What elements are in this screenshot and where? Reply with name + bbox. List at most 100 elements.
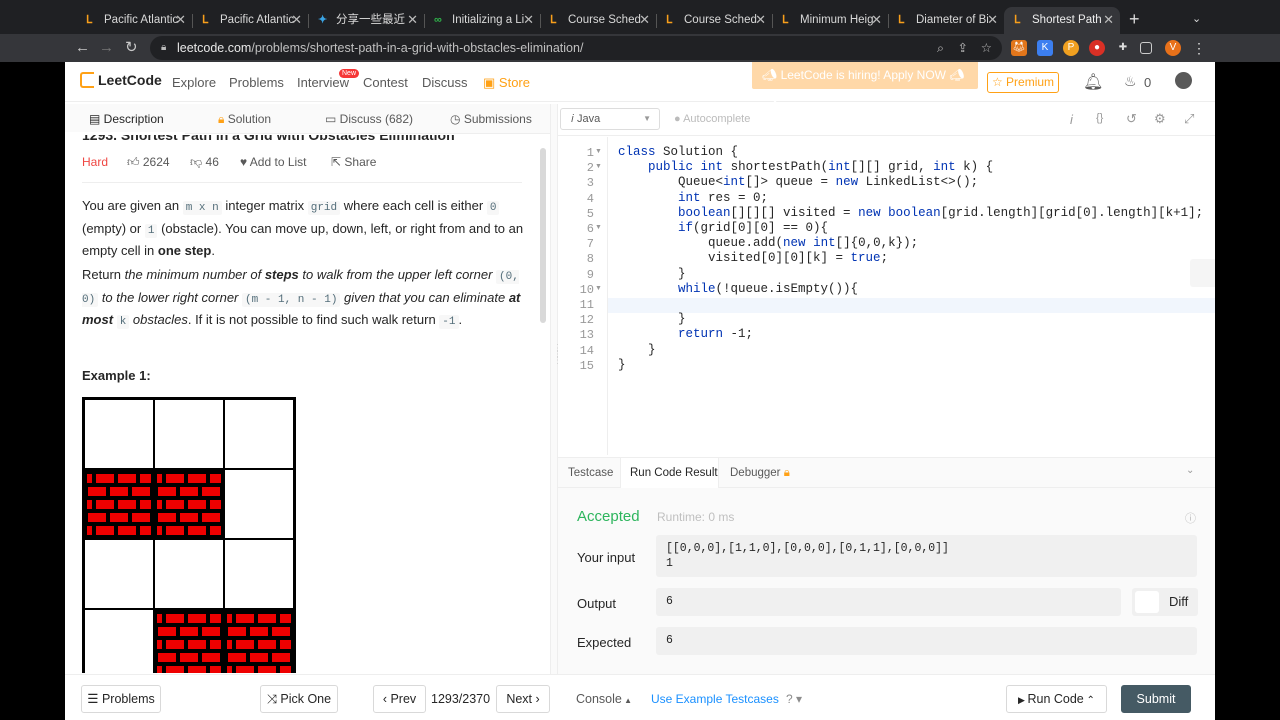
extension-red-icon[interactable]: ● — [1089, 40, 1105, 56]
bookmark-star-icon[interactable]: ☆ — [981, 36, 992, 60]
collapse-chevron-icon[interactable]: ⌄ — [1186, 465, 1194, 476]
tab-debugger[interactable]: Debugger 🔒︎ — [730, 467, 790, 480]
nav-problems[interactable]: Problems — [229, 75, 284, 90]
extension-p-icon[interactable]: P — [1063, 40, 1079, 56]
leetcode-logo[interactable]: LeetCode — [80, 72, 162, 88]
chevron-right-icon: › — [532, 692, 540, 706]
tab-search-icon[interactable]: ⌄ — [1192, 12, 1201, 25]
line-number: 6 — [586, 222, 594, 236]
address-bar[interactable]: 🔒︎ leetcode.com/problems/shortest-path-i… — [150, 36, 1002, 60]
code-line[interactable]: Queue<int[]> queue = new LinkedList<>(); — [618, 175, 978, 189]
pick-one-button[interactable]: ⤨ Pick One — [260, 685, 338, 713]
tab-run-code-result[interactable]: Run Code Result — [630, 467, 718, 479]
side-panel-icon[interactable] — [1140, 42, 1152, 54]
code-line[interactable]: } — [618, 267, 686, 281]
code-line[interactable]: class Solution { — [618, 145, 738, 159]
next-button[interactable]: Next › — [496, 685, 550, 713]
prev-button[interactable]: ‹ Prev — [373, 685, 426, 713]
braces-icon[interactable]: {} — [1096, 112, 1103, 124]
close-tab-icon[interactable]: ✕ — [755, 7, 766, 33]
info-icon[interactable]: i — [1070, 112, 1073, 127]
zoom-icon[interactable]: ⌕ — [937, 36, 944, 60]
code-line[interactable]: } — [618, 358, 626, 372]
extension-k-icon[interactable]: K — [1037, 40, 1053, 56]
console-toggle[interactable]: Console ▲ — [576, 692, 632, 706]
forward-icon[interactable]: → — [99, 39, 114, 57]
copy-icon[interactable] — [1190, 259, 1215, 287]
user-avatar-icon[interactable] — [1175, 72, 1192, 89]
leetcode-logo-icon — [80, 72, 94, 88]
code-line[interactable]: if(grid[0][0] == 0){ — [618, 221, 828, 235]
reload-icon[interactable]: ↻ — [125, 39, 138, 57]
line-number: 3 — [586, 176, 594, 191]
notification-bell-icon[interactable]: 🔔︎ — [1083, 72, 1103, 92]
autocomplete-toggle[interactable]: ● Autocomplete — [674, 113, 750, 125]
tab-submissions[interactable]: ◷ Submissions — [450, 112, 532, 126]
diff-toggle[interactable]: Diff — [1132, 588, 1198, 616]
settings-icon[interactable]: ⚙ — [1154, 111, 1166, 127]
output-label: Output — [577, 596, 617, 611]
close-tab-icon[interactable]: ✕ — [987, 7, 998, 33]
code-line[interactable] — [618, 297, 708, 311]
add-to-list-button[interactable]: ♥ Add to List — [240, 155, 307, 169]
close-tab-icon[interactable]: ✕ — [291, 7, 302, 33]
nav-discuss[interactable]: Discuss — [422, 75, 468, 90]
fullscreen-icon[interactable]: ⤢ — [1184, 111, 1194, 127]
code-line[interactable]: while(!queue.isEmpty()){ — [618, 282, 858, 296]
fold-arrow-icon[interactable]: ▼ — [595, 224, 602, 231]
like-button[interactable]: 👍︎ 2624 — [127, 155, 170, 170]
close-tab-icon[interactable]: ✕ — [407, 7, 418, 33]
code-line[interactable]: int res = 0; — [618, 191, 768, 205]
description-scrollbar[interactable] — [540, 148, 546, 323]
discuss-icon: ▭ — [325, 112, 340, 126]
close-tab-icon[interactable]: ✕ — [1103, 7, 1114, 33]
code-line[interactable]: visited[0][0][k] = true; — [618, 251, 888, 265]
nav-explore[interactable]: Explore — [172, 75, 216, 90]
reset-icon[interactable]: ↺ — [1126, 111, 1137, 127]
tab-testcase[interactable]: Testcase — [568, 467, 613, 479]
hiring-banner[interactable]: 📣︎ LeetCode is hiring! Apply NOW 📣︎✕ — [752, 62, 978, 109]
close-tab-icon[interactable]: ✕ — [639, 7, 650, 33]
fold-arrow-icon[interactable]: ▼ — [595, 148, 602, 155]
dislike-button[interactable]: 👎︎ 46 — [190, 155, 219, 170]
code-line[interactable]: boolean[][][] visited = new boolean[grid… — [618, 206, 1203, 220]
thumbs-down-icon: 👎︎ — [190, 155, 206, 169]
chrome-menu-icon[interactable]: ⋮ — [1191, 40, 1207, 56]
streak-flame-icon[interactable]: ♨ — [1124, 73, 1137, 90]
extensions-puzzle-icon[interactable]: ✚ — [1115, 40, 1131, 56]
code-line[interactable]: return -1; — [618, 327, 753, 341]
tab-solution[interactable]: 🔒︎ Solution — [218, 112, 271, 127]
code-line[interactable]: public int shortestPath(int[][] grid, in… — [618, 160, 993, 174]
fold-arrow-icon[interactable]: ▼ — [595, 163, 602, 170]
metamask-extension-icon[interactable]: 🦊︎ — [1011, 40, 1027, 56]
tab-discuss[interactable]: ▭ Discuss (682) — [325, 112, 413, 126]
code-line[interactable]: } — [618, 343, 656, 357]
language-select[interactable]: 𝑖 Java ▼ — [560, 108, 660, 130]
help-icon[interactable]: ⓘ — [1185, 510, 1196, 526]
problems-button[interactable]: ☰ Problems — [81, 685, 161, 713]
code-editor[interactable]: 1 ▼ 2 ▼ 3 4 5 6 ▼ 7 8 9 10 ▼ 11 12 13 14 15 class Solution… — [558, 137, 1215, 455]
profile-avatar[interactable]: V — [1165, 40, 1181, 56]
back-icon[interactable]: ← — [75, 39, 90, 57]
thumbs-up-icon: 👍︎ — [127, 155, 143, 169]
share-button[interactable]: ⇱ Share — [331, 155, 376, 169]
nav-contest[interactable]: Contest — [363, 75, 408, 90]
run-code-button[interactable]: ▶ Run Code ⌃ — [1006, 685, 1107, 713]
help-dropdown-icon[interactable]: ? ▾ — [786, 692, 802, 706]
panel-splitter[interactable]: ⋮⋮⋮ — [550, 104, 563, 674]
close-tab-icon[interactable]: ✕ — [175, 7, 186, 33]
lock-icon: 🔒︎ — [218, 112, 228, 126]
close-tab-icon[interactable]: ✕ — [871, 7, 882, 33]
nav-store[interactable]: ▣ Store — [483, 75, 530, 91]
share-icon[interactable]: ⇪ — [958, 36, 968, 60]
tab-description[interactable]: ▤ Description — [89, 112, 164, 126]
code-line[interactable]: queue.add(new int[]{0,0,k}); — [618, 236, 918, 250]
star-icon: ☆ — [991, 75, 1007, 89]
close-tab-icon[interactable]: ✕ — [523, 7, 534, 33]
premium-button[interactable]: ☆ Premium — [987, 72, 1059, 93]
fold-arrow-icon[interactable]: ▼ — [595, 285, 602, 292]
submit-button[interactable]: Submit — [1121, 685, 1191, 713]
use-example-testcases-link[interactable]: Use Example Testcases — [651, 692, 779, 706]
code-line[interactable]: } — [618, 312, 686, 326]
new-tab-icon[interactable]: + — [1129, 9, 1140, 30]
